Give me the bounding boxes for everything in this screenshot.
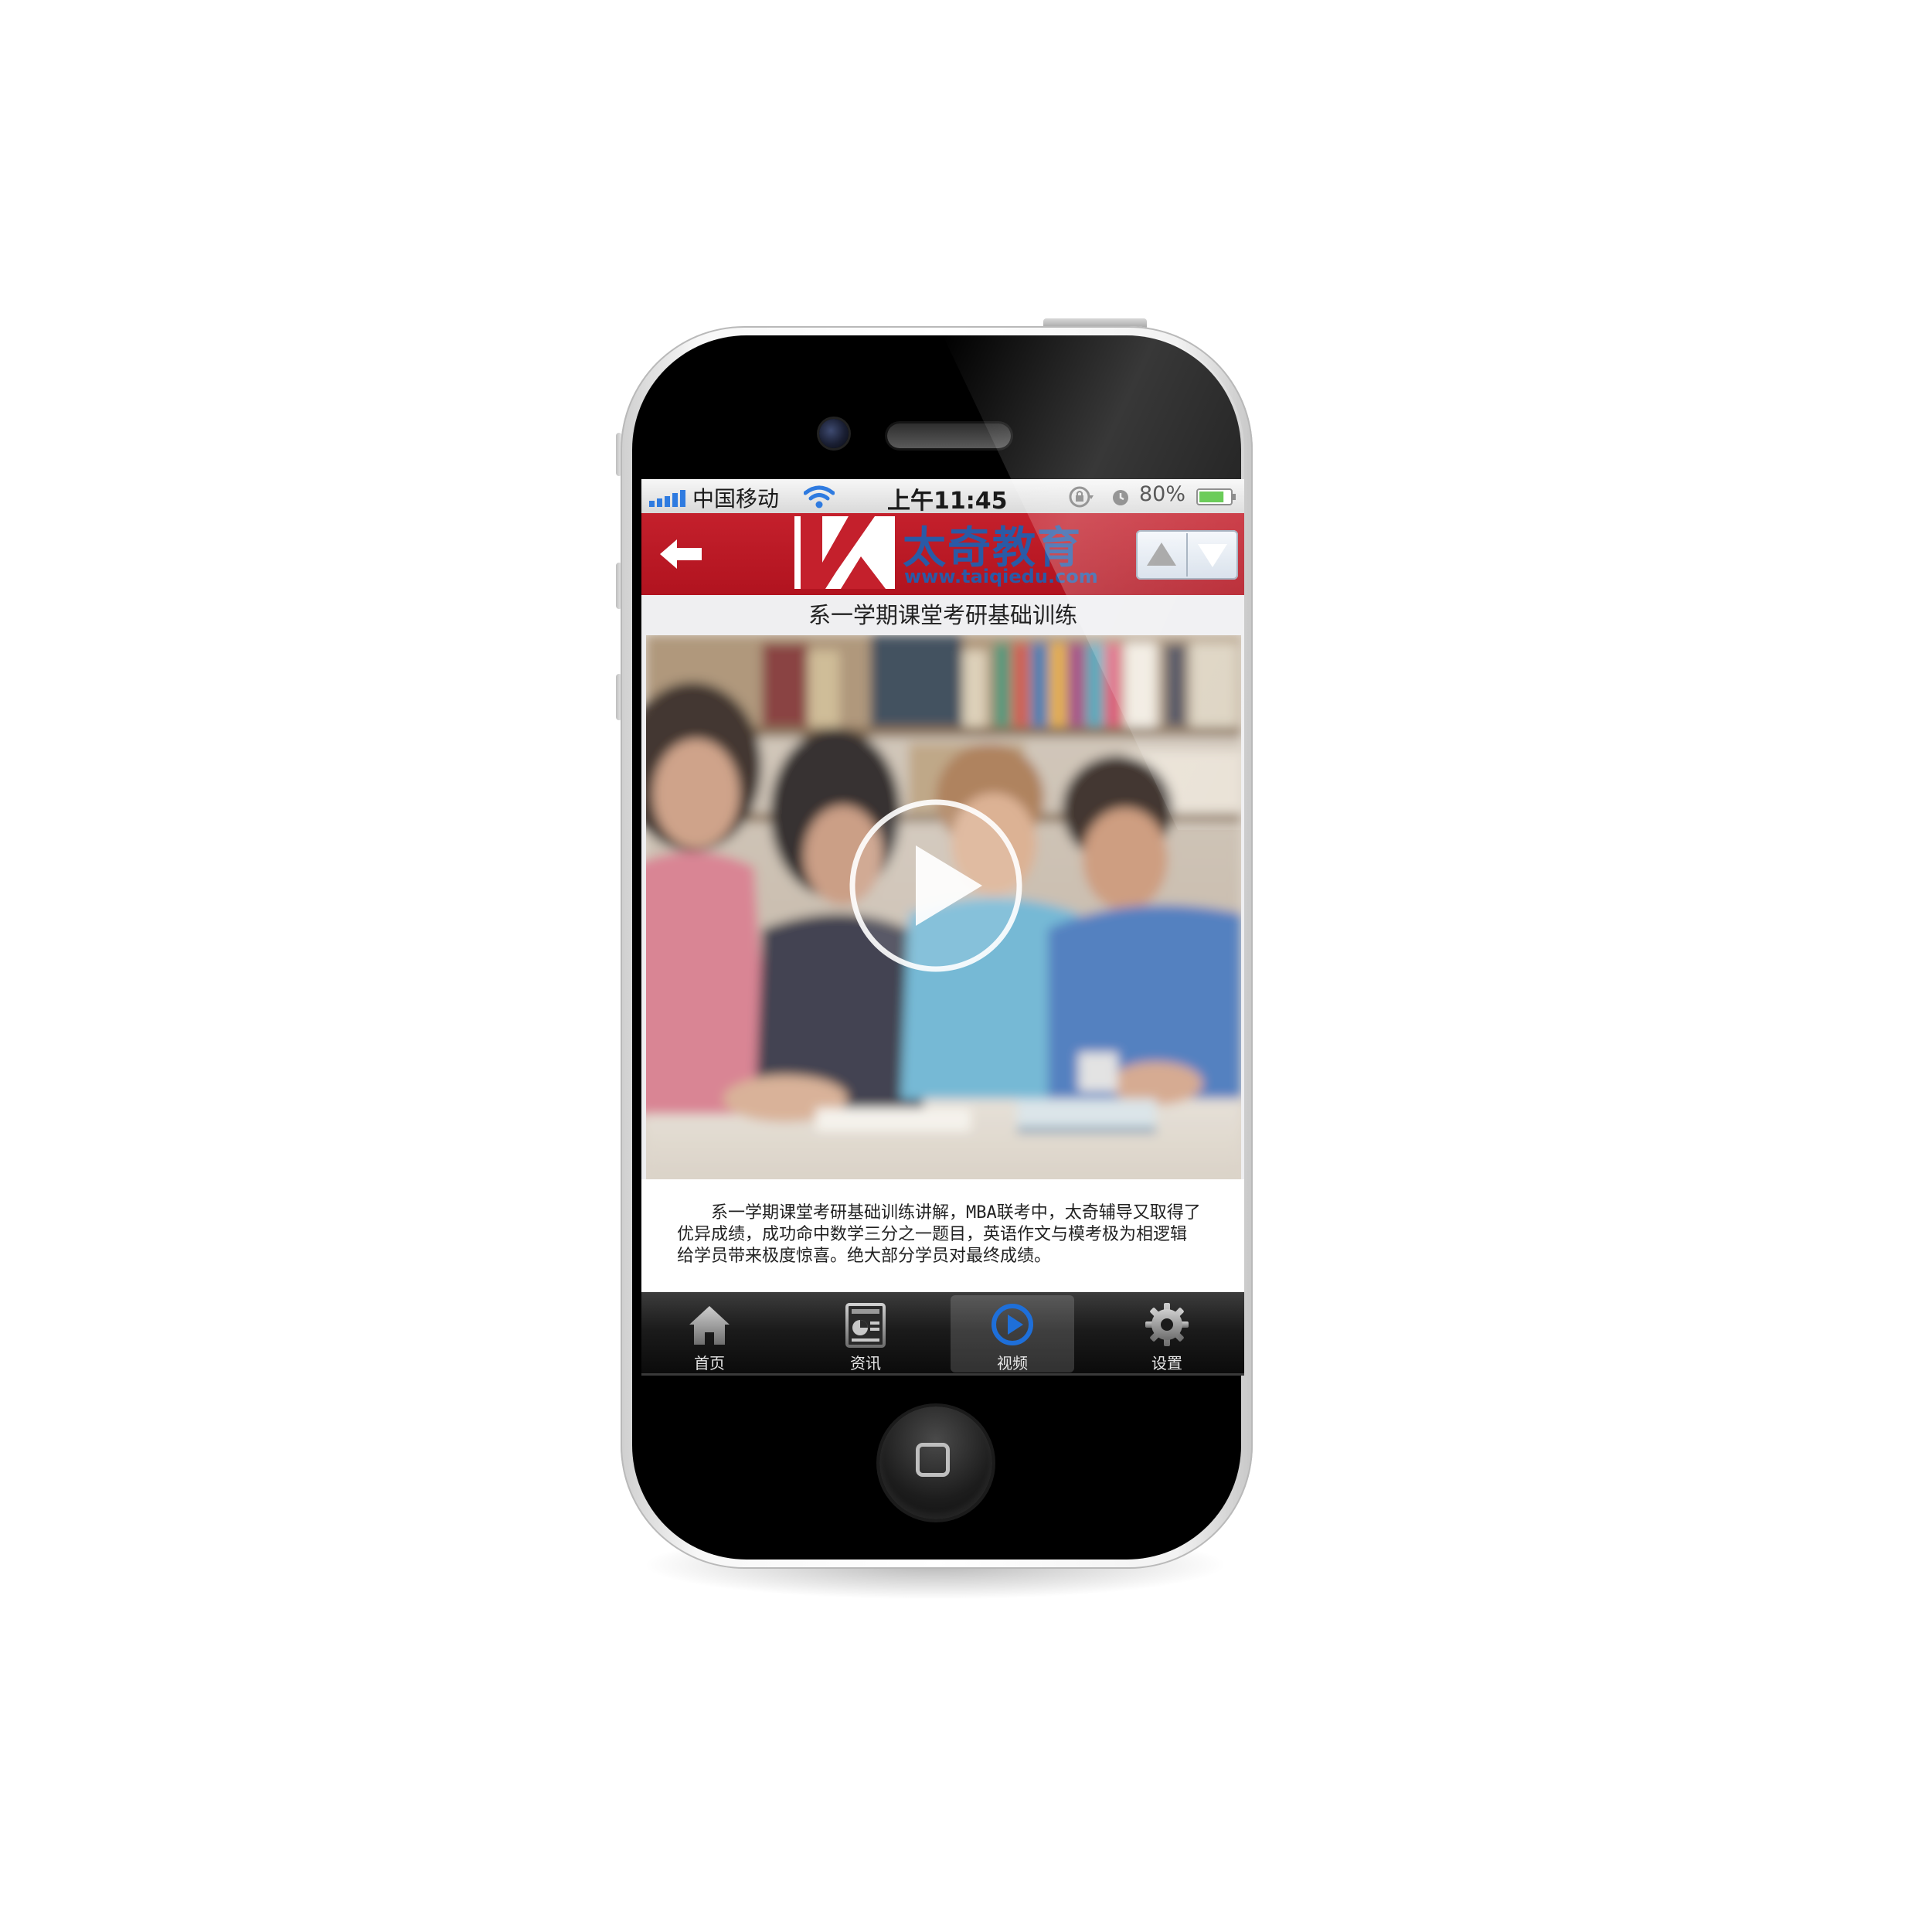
tab-home[interactable]: 首页 xyxy=(648,1295,771,1372)
tab-bar: 首页 资讯 视频 设置 xyxy=(641,1292,1244,1376)
battery-percent: 80% xyxy=(1139,482,1186,506)
alarm-icon xyxy=(1113,490,1128,505)
brand-logo: 太奇教育 www.taiqiedu.com xyxy=(794,516,1098,594)
tab-label: 视频 xyxy=(997,1354,1028,1372)
tab-label: 资讯 xyxy=(850,1354,881,1372)
status-time: 上午11:45 xyxy=(887,488,1008,515)
description-text: 系一学期课堂考研基础训练讲解，MBA联考中，太奇辅导又取得了优异成绩，成功命中数… xyxy=(677,1203,1201,1266)
tab-label: 首页 xyxy=(694,1354,725,1372)
video-play-icon xyxy=(992,1304,1033,1345)
wifi-icon xyxy=(804,485,835,509)
brand-url: www.taiqiedu.com xyxy=(904,566,1098,587)
home-square-icon xyxy=(916,1443,950,1477)
home-icon xyxy=(689,1306,730,1345)
battery-icon xyxy=(1196,488,1236,505)
back-arrow-icon[interactable] xyxy=(658,533,705,575)
tab-settings[interactable]: 设置 xyxy=(1105,1295,1229,1372)
play-icon[interactable] xyxy=(845,794,1027,977)
status-bar: 中国移动 上午11:45 80% xyxy=(641,479,1244,515)
tab-label: 设置 xyxy=(1151,1354,1182,1372)
earpiece-speaker xyxy=(887,423,1011,448)
up-arrow-icon[interactable] xyxy=(1136,530,1187,580)
carrier-name: 中国移动 xyxy=(692,486,780,512)
rotation-lock-icon xyxy=(1069,486,1094,508)
up-down-buttons xyxy=(1136,530,1238,580)
news-icon xyxy=(845,1303,886,1348)
phone-screen: 中国移动 上午11:45 80% 太奇教育 www.taiqiedu.com 系… xyxy=(641,479,1244,1376)
tab-video[interactable]: 视频 xyxy=(951,1295,1074,1372)
gear-icon xyxy=(1145,1303,1189,1346)
down-arrow-icon[interactable] xyxy=(1187,530,1238,580)
page-title: 系一学期课堂考研基础训练 xyxy=(641,595,1244,635)
home-button[interactable] xyxy=(879,1406,992,1519)
header-bar: 太奇教育 www.taiqiedu.com xyxy=(641,513,1244,595)
logo-mark-icon xyxy=(794,516,895,589)
video-description: 系一学期课堂考研基础训练讲解，MBA联考中，太奇辅导又取得了优异成绩，成功命中数… xyxy=(641,1179,1244,1298)
stage: 中国移动 上午11:45 80% 太奇教育 www.taiqiedu.com 系… xyxy=(0,0,1932,1932)
tab-news[interactable]: 资讯 xyxy=(804,1295,927,1372)
video-player[interactable] xyxy=(646,635,1241,1179)
tab-bar-bottom-edge xyxy=(641,1373,1244,1376)
signal-bars-icon xyxy=(649,490,685,507)
front-camera xyxy=(819,419,849,448)
